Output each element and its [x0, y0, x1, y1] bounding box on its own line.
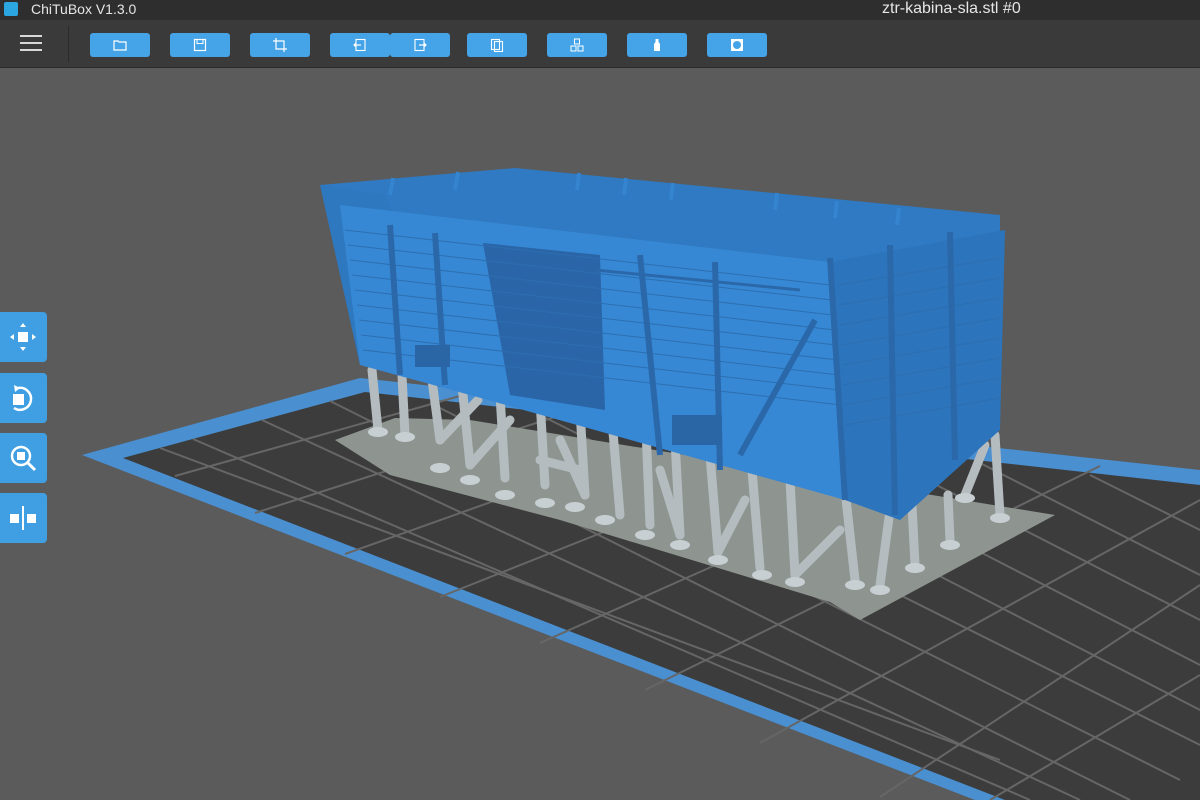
- redo-button[interactable]: [390, 33, 450, 57]
- circle-square-icon: [731, 39, 743, 51]
- copy-pages-icon: [490, 38, 504, 52]
- bottle-icon: [654, 39, 660, 51]
- cubes-stack-icon: [570, 38, 584, 52]
- app-title: ChiTuBox V1.3.0: [31, 1, 137, 17]
- hamburger-menu-icon[interactable]: [18, 32, 44, 54]
- move-cube-icon: [10, 323, 36, 351]
- rotate-tool-button[interactable]: [0, 373, 47, 423]
- crop-frame-icon: [273, 38, 287, 52]
- screenshot-button[interactable]: [250, 33, 310, 57]
- mirror-cube-icon: [10, 506, 36, 530]
- support-button[interactable]: [627, 33, 687, 57]
- open-file-button[interactable]: [90, 33, 150, 57]
- chitubox-logo-icon: [4, 2, 18, 16]
- undo-button[interactable]: [330, 33, 390, 57]
- toolbar-divider: [68, 26, 69, 62]
- main-toolbar: [0, 20, 1200, 68]
- redo-arrow-icon: [414, 38, 427, 52]
- move-tool-button[interactable]: [0, 312, 47, 362]
- arrange-button[interactable]: [547, 33, 607, 57]
- document-title: ztr-kabina-sla.stl #0: [882, 0, 1021, 17]
- undo-arrow-icon: [353, 38, 366, 52]
- 3d-viewport[interactable]: [0, 68, 1200, 800]
- open-folder-icon: [113, 40, 127, 51]
- save-icon: [193, 38, 207, 52]
- scale-tool-button[interactable]: [0, 433, 47, 483]
- save-button[interactable]: [170, 33, 230, 57]
- hollow-button[interactable]: [707, 33, 767, 57]
- rotate-cube-icon: [13, 385, 33, 412]
- mirror-tool-button[interactable]: [0, 493, 47, 543]
- title-bar: ChiTuBox V1.3.0 ztr-kabina-sla.stl #0: [0, 0, 1200, 20]
- zoom-cube-icon: [10, 445, 37, 472]
- copy-button[interactable]: [467, 33, 527, 57]
